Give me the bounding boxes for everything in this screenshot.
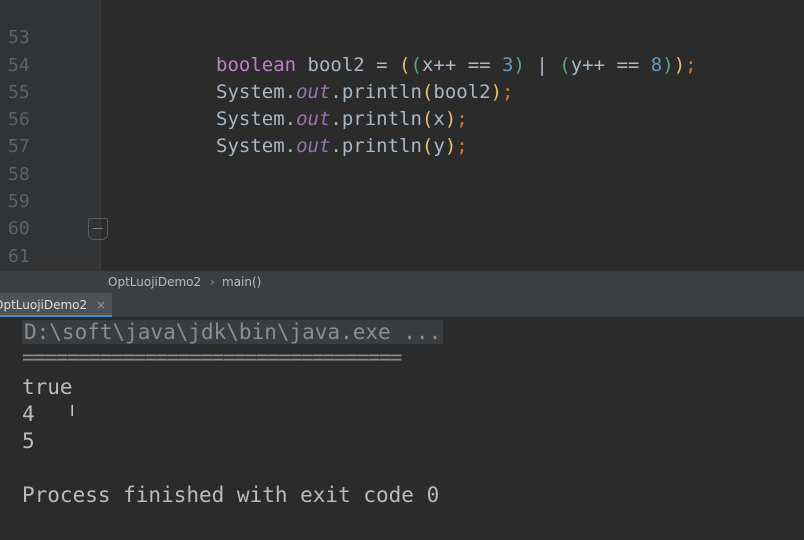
code-line-59[interactable]: 59 xyxy=(0,161,804,212)
console-command-line: D:\soft\java\jdk\bin\java.exe ... xyxy=(22,320,444,344)
console-exit-message: Process finished with exit code 0 xyxy=(22,483,440,507)
tab-run-optluojidemo2[interactable]: OptLuojiDemo2 × xyxy=(0,293,112,317)
code-line-61[interactable]: 61 } xyxy=(0,215,804,267)
text-cursor-icon: I xyxy=(70,402,75,420)
breadcrumb-class[interactable]: OptLuojiDemo2 xyxy=(108,275,201,289)
code-editor[interactable]: 53 boolean bool2 = ((x++ == 3) | (y++ ==… xyxy=(0,0,804,270)
console-output-line: true xyxy=(22,375,73,399)
code-line-56[interactable]: 56 System.out.println(y); xyxy=(0,79,804,157)
fold-marker-icon[interactable] xyxy=(88,218,108,241)
run-tab-bar: OptLuojiDemo2 × xyxy=(0,293,804,318)
code-line-58[interactable]: 58 xyxy=(0,133,804,185)
code-line-57[interactable]: 57 xyxy=(0,106,804,157)
close-icon[interactable]: × xyxy=(96,293,106,315)
tab-label: OptLuojiDemo2 xyxy=(0,298,88,312)
console-separator: ================================== xyxy=(22,345,402,369)
breadcrumb: OptLuojiDemo2 › main() xyxy=(0,270,804,294)
console-output-line: 5 xyxy=(22,429,35,453)
code-line-54[interactable]: 54 System.out.println(bool2); xyxy=(0,24,804,103)
code-line-55[interactable]: 55 System.out.println(x); xyxy=(0,52,804,130)
breadcrumb-separator-icon: › xyxy=(210,275,215,289)
breadcrumb-method[interactable]: main() xyxy=(222,275,261,289)
console-command[interactable]: D:\soft\java\jdk\bin\java.exe ... xyxy=(22,320,444,344)
console-output-line: 4 xyxy=(22,402,35,426)
code-line-53[interactable]: 53 boolean bool2 = ((x++ == 3) | (y++ ==… xyxy=(0,0,804,75)
code-line-62[interactable]: 62 } xyxy=(0,243,804,270)
code-line-60[interactable]: 60 xyxy=(0,188,804,239)
run-console[interactable]: D:\soft\java\jdk\bin\java.exe ... ======… xyxy=(0,317,804,540)
